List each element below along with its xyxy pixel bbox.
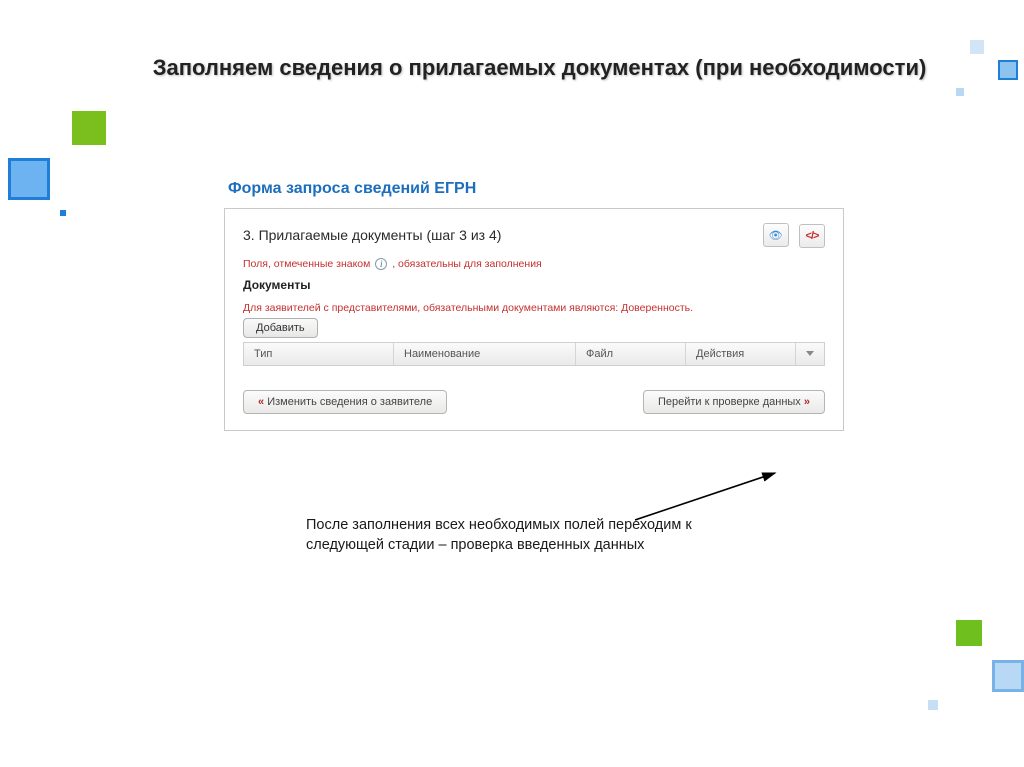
documents-table-header: Тип Наименование Файл Действия [243,342,825,366]
chevron-right-icon: » [804,396,810,408]
page-title: Заполняем сведения о прилагаемых докумен… [115,55,964,81]
next-button-label: Перейти к проверке данных [658,396,801,408]
required-fields-note: Поля, отмеченные знаком i , обязательны … [243,258,825,270]
col-type: Тип [244,343,394,365]
required-note-post: , обязательны для заполнения [392,258,542,270]
form-panel: 3. Прилагаемые документы (шаг 3 из 4) 👁 … [224,208,844,431]
deco-square [998,60,1018,80]
chevron-left-icon: « [258,396,264,408]
form-heading: Форма запроса сведений ЕГРН [224,174,844,208]
table-expand-button[interactable] [796,343,824,365]
deco-square [8,158,50,200]
deco-square [956,620,982,646]
col-actions: Действия [686,343,796,365]
egrn-form: Форма запроса сведений ЕГРН 3. Прилагаем… [224,174,844,431]
view-xml-button[interactable]: </> [799,224,825,248]
deco-square [928,700,938,710]
next-button[interactable]: Перейти к проверке данных » [643,390,825,414]
deco-square [992,660,1024,692]
add-document-button[interactable]: Добавить [243,318,318,338]
back-button[interactable]: « Изменить сведения о заявителе [243,390,447,414]
slide-caption: После заполнения всех необходимых полей … [306,516,766,555]
col-name: Наименование [394,343,576,365]
deco-square [72,111,106,145]
deco-square [60,210,66,216]
chevron-down-icon [806,351,814,356]
documents-section-label: Документы [243,278,825,292]
deco-square [970,40,984,54]
col-file: Файл [576,343,686,365]
step-title: 3. Прилагаемые документы (шаг 3 из 4) [243,227,501,243]
preview-button[interactable]: 👁 [763,223,789,247]
representatives-note: Для заявителей с представителями, обязат… [243,302,825,314]
back-button-label: Изменить сведения о заявителе [267,396,432,408]
info-icon: i [375,258,387,270]
required-note-pre: Поля, отмеченные знаком [243,258,370,270]
deco-square [956,88,964,96]
